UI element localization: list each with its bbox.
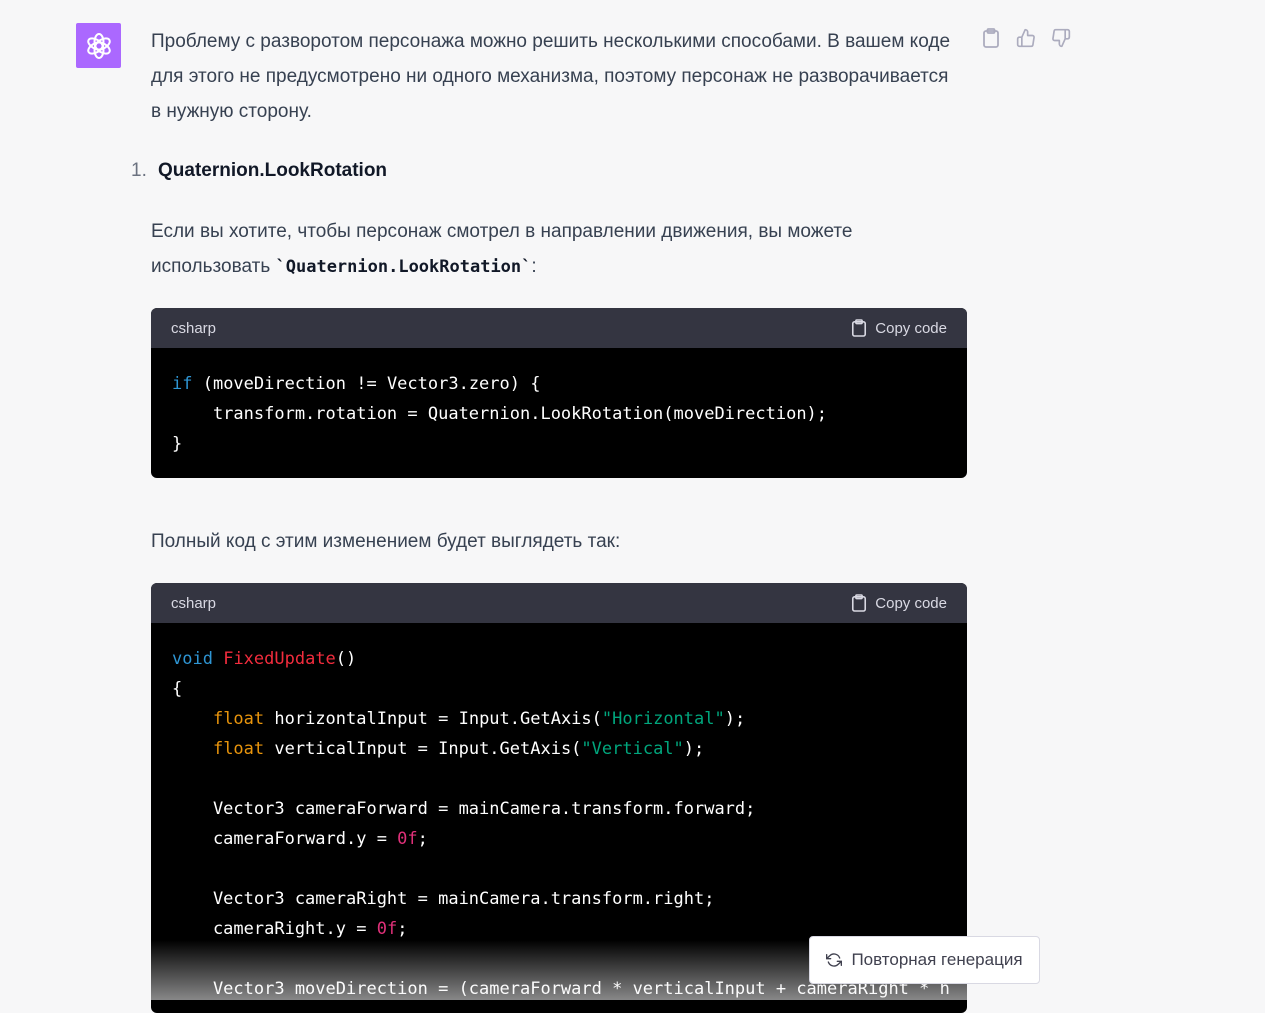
assistant-avatar xyxy=(76,23,121,68)
copy-message-button[interactable] xyxy=(980,27,1002,49)
copy-code-label: Copy code xyxy=(875,594,947,612)
paragraph-suffix: : xyxy=(531,256,537,277)
clipboard-icon xyxy=(852,319,867,337)
openai-logo-icon xyxy=(86,32,111,59)
refresh-icon xyxy=(826,953,843,967)
code-language-label: csharp xyxy=(171,319,217,337)
clipboard-icon xyxy=(983,28,999,48)
copy-code-button[interactable]: Copy code xyxy=(851,319,947,337)
inline-code: `Quaternion.LookRotation` xyxy=(275,257,532,277)
intro-paragraph: Проблему с разворотом персонажа можно ре… xyxy=(151,31,951,122)
clipboard-icon xyxy=(852,594,867,612)
like-button[interactable] xyxy=(1015,27,1037,49)
code-block-header: csharp Copy code xyxy=(151,583,967,623)
paragraph-full-code: Полный код с этим изменением будет выгля… xyxy=(151,531,621,552)
regenerate-label: Повторная генерация xyxy=(851,950,1023,969)
message-actions xyxy=(980,27,1072,49)
dislike-button[interactable] xyxy=(1050,27,1072,49)
copy-code-button[interactable]: Copy code xyxy=(851,594,947,612)
list-number: 1. xyxy=(131,160,147,181)
code-block: csharp Copy code if (moveDirection != Ve… xyxy=(151,308,967,478)
regenerate-button[interactable]: Повторная генерация xyxy=(809,936,1040,984)
thumbs-down-icon xyxy=(1052,28,1071,48)
code-language-label: csharp xyxy=(171,594,217,612)
copy-code-label: Copy code xyxy=(875,319,947,337)
thumbs-up-icon xyxy=(1016,28,1035,48)
code-content: if (moveDirection != Vector3.zero) { tra… xyxy=(172,374,828,454)
paragraph-look-rotation: Если вы хотите, чтобы персонаж смотрел в… xyxy=(151,214,951,285)
code-block-header: csharp Copy code xyxy=(151,308,967,348)
list-heading: Quaternion.LookRotation xyxy=(158,160,388,181)
